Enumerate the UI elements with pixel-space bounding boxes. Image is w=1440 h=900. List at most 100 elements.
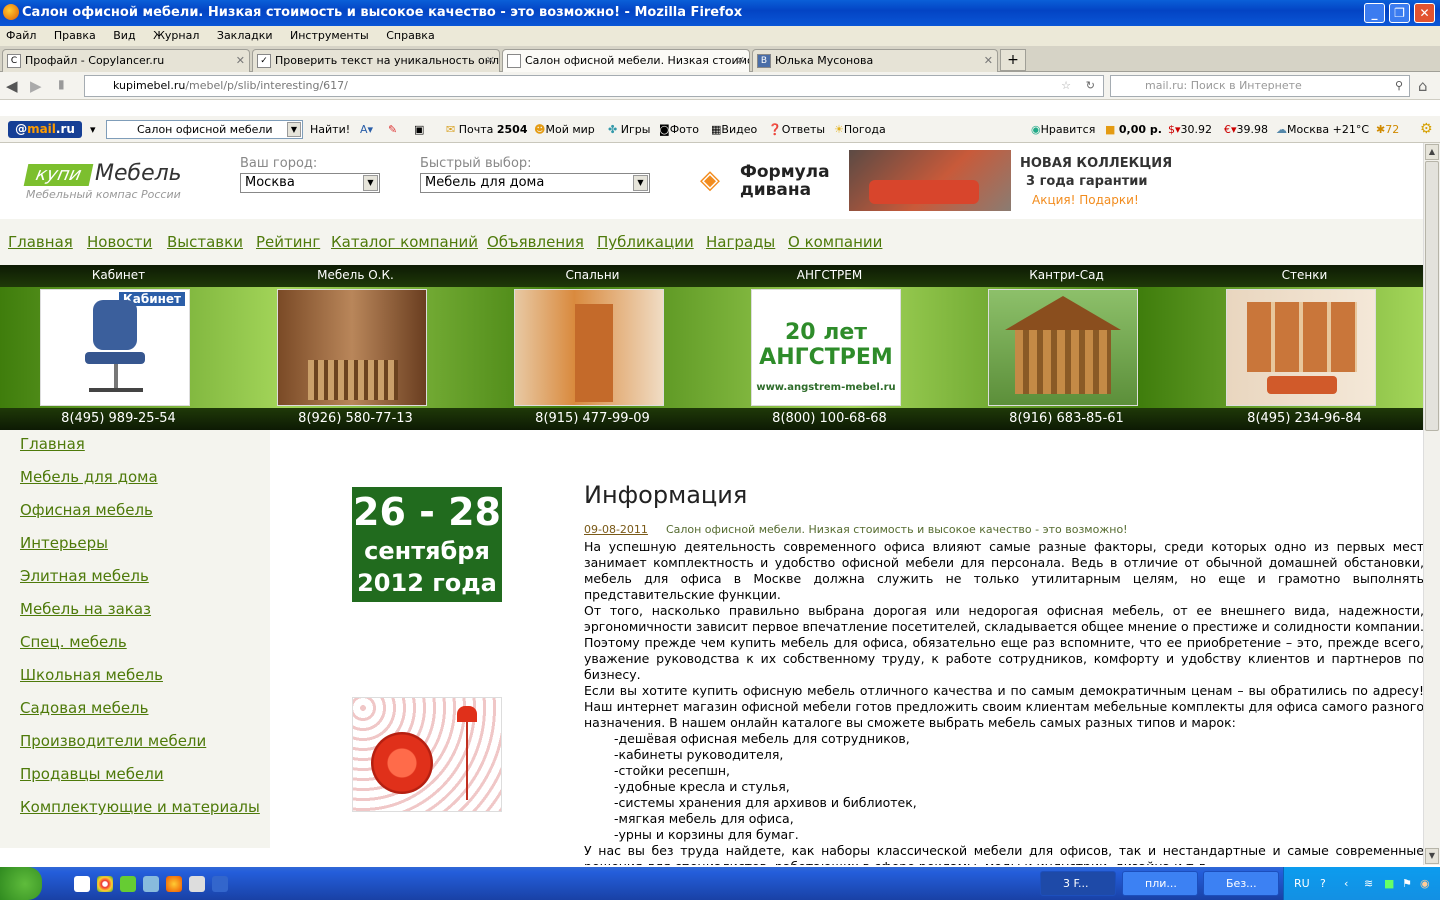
sofa-banner-image[interactable] [849, 150, 1011, 211]
scroll-down-icon[interactable]: ▼ [1425, 848, 1439, 864]
close-button[interactable]: ✕ [1414, 3, 1435, 23]
sidebar-item-home[interactable]: Главная [20, 435, 85, 453]
tab-uniqueness[interactable]: ✓ Проверить текст на уникальность онл...… [252, 49, 500, 72]
mailru-logo[interactable]: @mail.ru [8, 121, 82, 138]
city-weather[interactable]: ☁Москва +21°C [1276, 116, 1369, 143]
search-field[interactable]: mail.ru: Поиск в Интернете ⚲ [1110, 75, 1410, 97]
forward-icon[interactable]: ▶ [30, 77, 42, 95]
tab-vk-profile[interactable]: B Юлька Мусонова ✕ [752, 49, 998, 72]
quicklaunch-cmd-icon[interactable] [189, 876, 205, 892]
city-select[interactable]: Москва ▼ [240, 173, 380, 193]
menu-tools[interactable]: Инструменты [290, 29, 369, 42]
tray-orange-icon[interactable]: ◉ [1420, 867, 1430, 900]
highlight-icon[interactable]: ✎ [388, 116, 397, 143]
tab-office-furniture[interactable]: Салон офисной мебели. Низкая стоимо... ✕ [502, 49, 750, 73]
showcase-item[interactable]: Кабинет Кабинет 8(495) 989-25-54 [0, 265, 237, 430]
answers-link[interactable]: ❓Ответы [768, 116, 825, 143]
menu-edit[interactable]: Правка [54, 29, 96, 42]
quick-select[interactable]: Мебель для дома ▼ [420, 173, 650, 193]
nav-awards[interactable]: Награды [706, 233, 775, 251]
bookmark-star-icon[interactable]: ☆ [1061, 76, 1071, 96]
sidebar-item-manufacturers[interactable]: Производители мебели [20, 732, 206, 750]
scroll-thumb[interactable] [1425, 161, 1439, 431]
office-chair-image[interactable]: Кабинет [40, 289, 190, 406]
back-icon[interactable]: ◀ [6, 77, 18, 95]
games-link[interactable]: ✤ Игры [608, 116, 650, 143]
menu-file[interactable]: Файл [6, 29, 36, 42]
weather-link[interactable]: ☀Погода [834, 116, 886, 143]
minimize-button[interactable]: _ [1364, 3, 1385, 23]
eur-rate[interactable]: €▾39.98 [1224, 116, 1268, 143]
showcase-item[interactable]: Стенки 8(495) 234-96-84 [1186, 265, 1423, 430]
sidebar-item-special[interactable]: Спец. мебель [20, 633, 127, 651]
address-bar[interactable]: kupimebel.ru/mebel/p/slib/interesting/61… [84, 75, 1104, 97]
quicklaunch-flower-icon[interactable] [120, 876, 136, 892]
bedroom-image[interactable] [277, 289, 427, 406]
menu-help[interactable]: Справка [386, 29, 434, 42]
photo-link[interactable]: ◙Фото [659, 116, 699, 143]
showcase-item[interactable]: Спальни 8(915) 477-99-09 [474, 265, 711, 430]
mailru-search-input[interactable]: Салон офисной мебели ▼ [106, 120, 303, 139]
logo-dropdown-icon[interactable]: ▾ [90, 116, 96, 143]
taskbar-item-3[interactable]: Без... [1203, 871, 1279, 896]
sidebar-item-sellers[interactable]: Продавцы мебели [20, 765, 164, 783]
sidebar-item-components[interactable]: Комплектующие и материалы [20, 798, 260, 816]
tab-close-icon[interactable]: ✕ [736, 50, 745, 72]
menu-view[interactable]: Вид [113, 29, 135, 42]
chrome-icon[interactable] [97, 876, 113, 892]
tab-close-icon[interactable]: ✕ [486, 50, 495, 72]
tray-app-icon[interactable]: ⚑ [1402, 867, 1412, 900]
my-world-link[interactable]: ☻Мой мир [534, 116, 595, 143]
video-link[interactable]: ▦Видео [711, 116, 757, 143]
language-indicator[interactable]: RU [1294, 867, 1310, 900]
nav-about[interactable]: О компании [788, 233, 882, 251]
tab-copylancer[interactable]: C Профайл - Copylancer.ru ✕ [2, 49, 250, 72]
find-button[interactable]: Найти! [310, 116, 350, 143]
nav-home[interactable]: Главная [8, 233, 73, 251]
formula-divana-logo[interactable]: ◈ Формула дивана [700, 163, 830, 199]
gazebo-image[interactable] [988, 289, 1138, 406]
sidebar-item-home-furniture[interactable]: Мебель для дома [20, 468, 158, 486]
egg-chair-ad-image[interactable] [352, 697, 502, 812]
screen-icon[interactable]: ▣ [414, 116, 424, 143]
settings-gear-icon[interactable]: ⚙ [1420, 116, 1433, 143]
notification-count[interactable]: ✱72 [1376, 116, 1399, 143]
tab-close-icon[interactable]: ✕ [984, 50, 993, 72]
site-logo[interactable]: купи Мебель Мебельный компас России [23, 161, 182, 201]
sidebar-item-garden[interactable]: Садовая мебель [20, 699, 149, 717]
start-button[interactable] [0, 867, 42, 900]
article-date[interactable]: 09-08-2011 [584, 523, 648, 536]
reload-icon[interactable]: ↻ [1086, 76, 1095, 96]
hallway-image[interactable] [514, 289, 664, 406]
banner-text[interactable]: НОВАЯ КОЛЛЕКЦИЯ 3 года гарантии Акция! П… [1020, 155, 1172, 209]
showcase-item[interactable]: Мебель О.К. 8(926) 580-77-13 [237, 265, 474, 430]
showcase-item[interactable]: АНГСТРЕМ 20 лет АНГСТРЕМ www.angstrem-me… [711, 265, 948, 430]
font-icon[interactable]: A▾ [360, 116, 373, 143]
tray-green-icon[interactable]: ■ [1384, 867, 1394, 900]
tray-arrow-icon[interactable]: ‹ [1344, 867, 1348, 900]
likes-link[interactable]: ◉Нравится [1031, 116, 1095, 143]
search-icon[interactable]: ⚲ [1395, 76, 1403, 96]
showcase-item[interactable]: Кантри-Сад 8(916) 683-85-61 [948, 265, 1185, 430]
usd-rate[interactable]: $▾30.92 [1168, 116, 1212, 143]
network-tray-icon[interactable]: ≋ [1364, 867, 1373, 900]
balance-link[interactable]: ■ 0,00 р. [1105, 116, 1162, 143]
chevron-down-icon[interactable]: ▼ [287, 122, 301, 137]
firefox-quicklaunch-icon[interactable] [166, 876, 182, 892]
quicklaunch-network-icon[interactable] [143, 876, 159, 892]
mail-link[interactable]: ✉ Почта 2504 [446, 116, 528, 143]
nav-catalog[interactable]: Каталог компаний [331, 233, 478, 251]
vertical-scrollbar[interactable]: ▲ ▼ [1423, 143, 1440, 865]
home-icon[interactable]: ⌂ [1418, 77, 1428, 95]
menu-bookmarks[interactable]: Закладки [217, 29, 273, 42]
nav-ads[interactable]: Объявления [487, 233, 584, 251]
sidebar-item-office-furniture[interactable]: Офисная мебель [20, 501, 153, 519]
new-tab-button[interactable]: + [1000, 49, 1026, 71]
sidebar-item-elite[interactable]: Элитная мебель [20, 567, 149, 585]
taskbar-item-2[interactable]: пли... [1122, 871, 1198, 896]
exhibition-date-banner[interactable]: 26 - 28 сентября 2012 года [352, 487, 502, 602]
tab-close-icon[interactable]: ✕ [236, 50, 245, 72]
wall-unit-image[interactable] [1226, 289, 1376, 406]
taskbar-firefox-group[interactable]: 3 F... [1040, 871, 1116, 896]
sidebar-item-interiors[interactable]: Интерьеры [20, 534, 108, 552]
